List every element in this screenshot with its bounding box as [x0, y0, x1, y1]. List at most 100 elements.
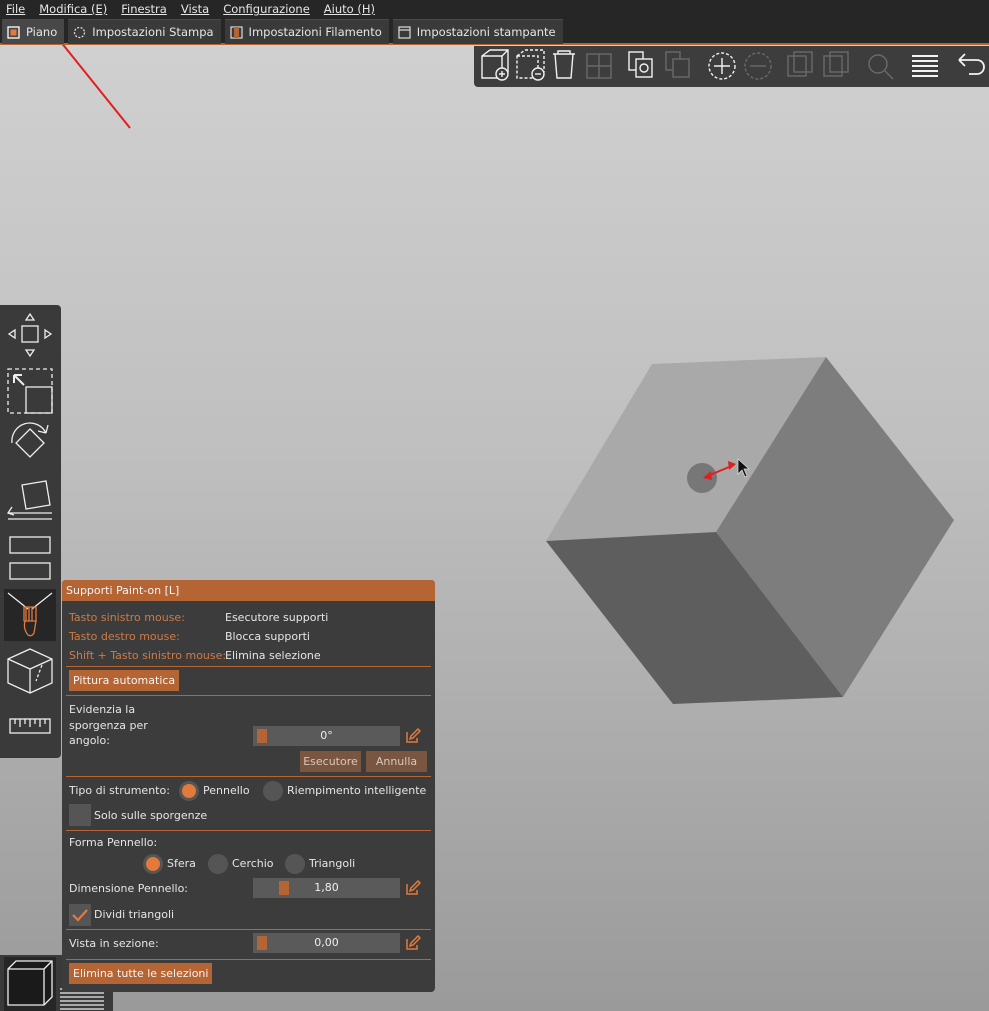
- slider-value: 0,00: [314, 936, 339, 949]
- hint-value: Esecutore supporti: [225, 611, 329, 624]
- hint-value: Elimina selezione: [225, 649, 321, 662]
- tab-filament-settings-label: Impostazioni Filamento: [248, 25, 382, 39]
- menu-window[interactable]: Finestra: [121, 2, 167, 16]
- edit-icon[interactable]: [405, 935, 421, 951]
- delete-object-minus: [531, 67, 545, 81]
- checkmark-icon: [72, 909, 88, 922]
- overhang-label-line3: angolo:: [69, 734, 110, 747]
- divider: [66, 666, 431, 667]
- scale-icon: [7, 368, 53, 414]
- tab-printer-settings-label: Impostazioni stampante: [416, 25, 556, 39]
- hint-row: Tasto destro mouse: Blocca supporti: [69, 630, 310, 643]
- tab-bar: Piano Impostazioni Stampa Impostazioni F…: [0, 18, 989, 45]
- layers-icon[interactable]: [912, 55, 938, 77]
- brush-shape-label: Forma Pennello:: [69, 836, 158, 849]
- shape-sphere-label: Sfera: [167, 857, 196, 870]
- 3d-view-icon[interactable]: [4, 957, 56, 1011]
- hint-row: Tasto sinistro mouse: Esecutore supporti: [69, 611, 328, 624]
- add-instance-icon[interactable]: [708, 52, 736, 80]
- printer-icon: [398, 25, 411, 39]
- paint-supports-panel: Supporti Paint-on [L] Tasto sinistro mou…: [62, 580, 435, 992]
- tab-print-settings-label: Impostazioni Stampa: [92, 25, 214, 39]
- measure-icon: [9, 718, 51, 734]
- panel-title: Supporti Paint-on [L]: [62, 580, 435, 601]
- place-on-face-tool[interactable]: [4, 473, 56, 525]
- menubar: File Modifica (E) Finestra Vista Configu…: [0, 0, 989, 18]
- split-objects-icon[interactable]: [787, 51, 813, 77]
- remove-instance-icon[interactable]: [744, 52, 772, 80]
- tab-filament-settings[interactable]: Impostazioni Filamento: [224, 19, 389, 44]
- section-view-label: Vista in sezione:: [69, 937, 159, 950]
- menu-help[interactable]: Aiuto (H): [324, 2, 375, 16]
- brush-size-label: Dimensione Pennello:: [69, 882, 189, 895]
- cut-icon: [9, 536, 51, 580]
- undo-icon[interactable]: [958, 53, 985, 75]
- cancel-button[interactable]: Annulla: [366, 751, 427, 772]
- slider-value: 1,80: [314, 881, 339, 894]
- overhang-only-label: Solo sulle sporgenze: [94, 809, 208, 822]
- cut-tool[interactable]: [4, 533, 56, 585]
- search-icon[interactable]: [868, 54, 894, 80]
- tool-brush-label: Pennello: [203, 784, 250, 797]
- tool-smart-fill-label: Riempimento intelligente: [287, 784, 427, 797]
- overhang-angle-slider[interactable]: 0°: [253, 726, 400, 746]
- clear-all-button[interactable]: Elimina tutte le selezioni: [69, 963, 213, 984]
- shape-circle-label: Cerchio: [232, 857, 274, 870]
- overhang-label-line1: Evidenzia la: [69, 703, 136, 716]
- menu-view[interactable]: Vista: [181, 2, 209, 16]
- paint-supports-tool[interactable]: [4, 589, 56, 641]
- filament-icon: [229, 25, 243, 39]
- enforce-button[interactable]: Esecutore: [300, 751, 361, 772]
- add-object-icon[interactable]: [481, 49, 509, 81]
- hint-key: Tasto destro mouse:: [69, 630, 180, 643]
- move-icon: [7, 312, 53, 358]
- paste-icon[interactable]: [665, 51, 690, 78]
- tab-plate-label: Piano: [26, 25, 58, 39]
- split-triangles-label: Dividi triangoli: [94, 908, 175, 921]
- place-on-face-icon: [6, 480, 52, 520]
- divider: [66, 830, 431, 831]
- shape-sphere-radio[interactable]: [143, 854, 163, 874]
- preview-layers-icon[interactable]: [60, 988, 104, 1010]
- tool-type-label: Tipo di strumento:: [69, 784, 170, 797]
- paint-supports-icon: [7, 592, 53, 637]
- auto-paint-button[interactable]: Pittura automatica: [69, 670, 180, 691]
- copy-icon[interactable]: [628, 51, 653, 78]
- rotate-tool[interactable]: [4, 417, 56, 469]
- section-view-slider[interactable]: 0,00: [253, 933, 400, 953]
- move-tool[interactable]: [4, 309, 56, 361]
- menu-configuration[interactable]: Configurazione: [223, 2, 310, 16]
- shape-triangles-radio[interactable]: [285, 854, 305, 874]
- left-toolbar: [0, 305, 61, 758]
- divider: [66, 695, 431, 696]
- overhang-only-checkbox[interactable]: [69, 804, 91, 826]
- seam-tool[interactable]: [4, 645, 56, 697]
- arrange-icon[interactable]: [586, 53, 612, 79]
- edit-icon[interactable]: [405, 728, 421, 744]
- divider: [66, 959, 431, 960]
- edit-icon[interactable]: [405, 880, 421, 896]
- tab-printer-settings[interactable]: Impostazioni stampante: [392, 19, 563, 44]
- tool-smart-fill-radio[interactable]: [263, 781, 283, 801]
- top-toolbar: [474, 46, 989, 87]
- delete-all-icon[interactable]: [553, 50, 575, 79]
- menu-edit[interactable]: Modifica (E): [39, 2, 107, 16]
- split-triangles-checkbox[interactable]: [69, 904, 91, 926]
- print-settings-icon: [73, 26, 86, 39]
- menu-file[interactable]: File: [6, 2, 25, 16]
- hint-value: Blocca supporti: [225, 630, 310, 643]
- measure-tool[interactable]: [4, 701, 56, 753]
- hint-key: Shift + Tasto sinistro mouse:: [69, 649, 227, 662]
- divider: [66, 929, 431, 930]
- shape-circle-radio[interactable]: [208, 854, 228, 874]
- brush-size-slider[interactable]: 1,80: [253, 878, 400, 898]
- hint-key: Tasto sinistro mouse:: [69, 611, 185, 624]
- overhang-label-line2: sporgenza per: [69, 719, 148, 732]
- tool-brush-radio[interactable]: [179, 781, 199, 801]
- slider-value: 0°: [320, 729, 333, 742]
- tab-plate[interactable]: Piano: [2, 19, 65, 44]
- tab-print-settings[interactable]: Impostazioni Stampa: [68, 19, 221, 44]
- scale-tool[interactable]: [4, 363, 56, 415]
- rotate-icon: [11, 422, 49, 458]
- split-parts-icon[interactable]: [823, 51, 849, 77]
